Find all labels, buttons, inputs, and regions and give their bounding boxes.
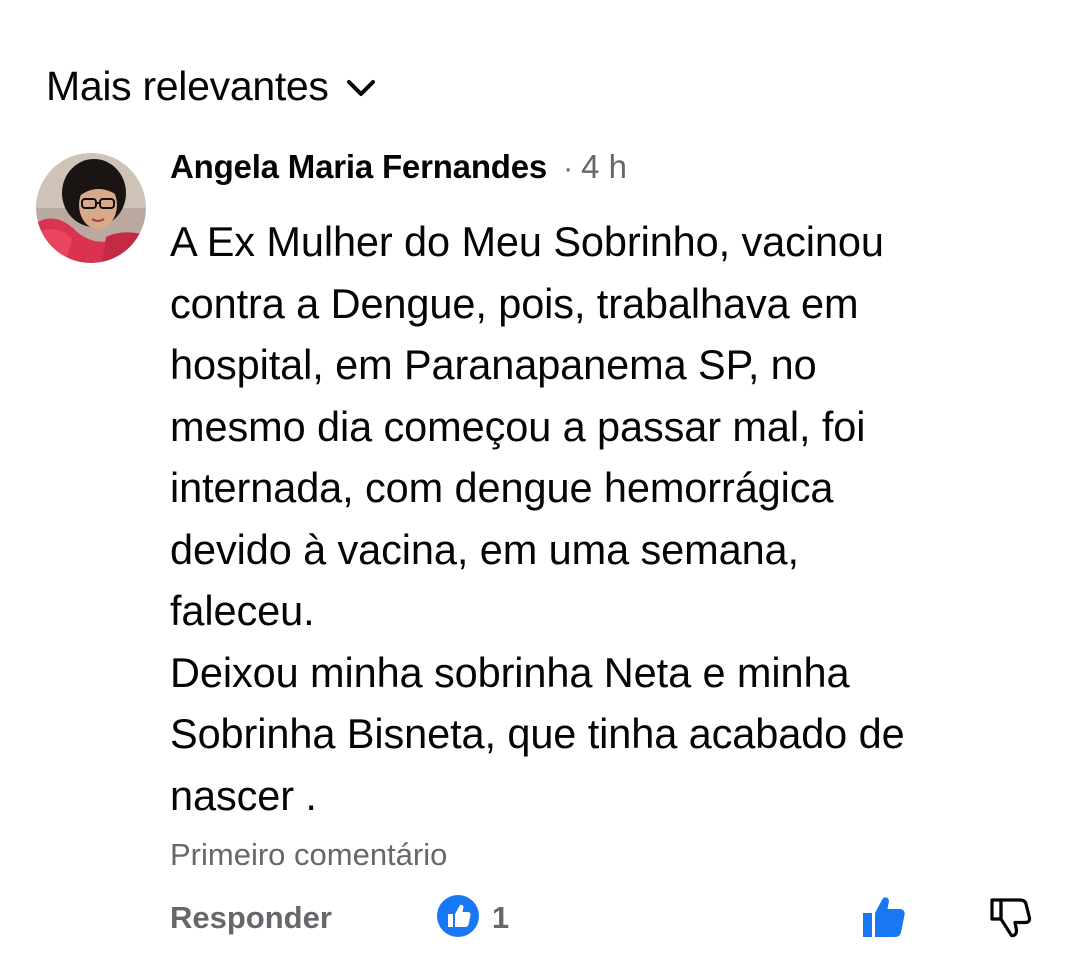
sort-label: Mais relevantes	[46, 62, 329, 109]
comment-text: A Ex Mulher do Meu Sobrinho, vacinou con…	[170, 218, 905, 819]
like-button[interactable]	[860, 894, 908, 945]
reply-button[interactable]: Responder	[170, 900, 332, 936]
thumbs-up-icon	[863, 897, 905, 937]
sort-dropdown[interactable]: Mais relevantes	[46, 60, 381, 112]
meta-separator: ·	[563, 152, 574, 185]
reaction-count: 1	[491, 900, 510, 935]
reaction-summary[interactable]: 1	[436, 894, 509, 943]
comment-actions: Responder 1	[170, 888, 1040, 948]
like-reaction-icon	[436, 894, 480, 943]
dislike-button[interactable]	[988, 894, 1034, 945]
avatar[interactable]	[36, 153, 146, 263]
timestamp[interactable]: 4 h	[581, 148, 627, 186]
chevron-down-icon	[341, 68, 381, 108]
first-comment-label: Primeiro comentário	[170, 837, 448, 872]
thumbs-down-icon	[990, 898, 1032, 938]
author-name[interactable]: Angela Maria Fernandes	[170, 148, 547, 186]
comment: Angela Maria Fernandes · 4 h A Ex Mulher…	[170, 148, 1060, 877]
comment-meta: Angela Maria Fernandes · 4 h	[170, 148, 1060, 198]
